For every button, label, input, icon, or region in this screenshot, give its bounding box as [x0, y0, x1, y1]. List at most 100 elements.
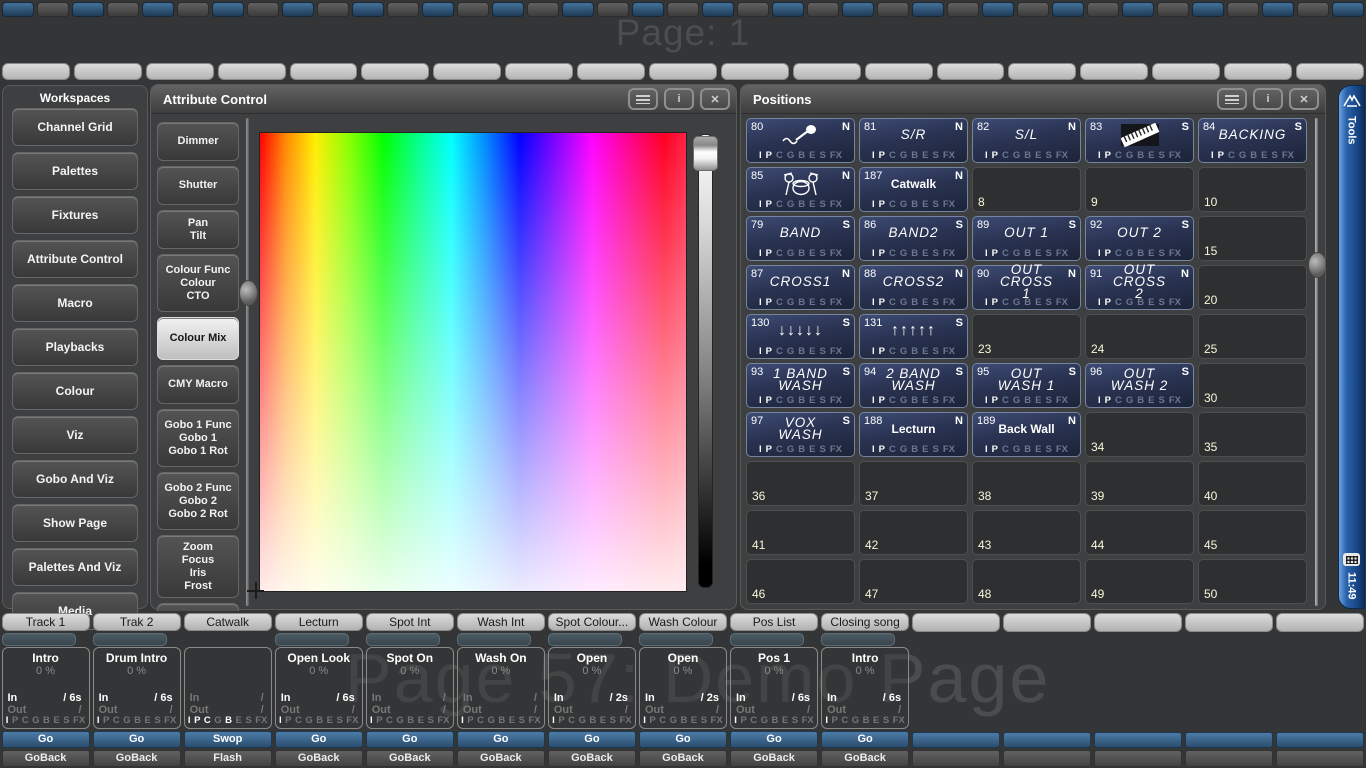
goback-button[interactable]: GoBack: [730, 750, 818, 767]
attribute-button-dimmer[interactable]: Dimmer: [157, 122, 239, 161]
top-tab[interactable]: [290, 63, 358, 80]
playback-tab[interactable]: [1094, 613, 1182, 632]
goback-button[interactable]: GoBack: [93, 750, 181, 767]
keyboard-icon[interactable]: [1343, 553, 1360, 566]
position-cell-187[interactable]: 187NCatwalkIPCGBESFX: [859, 167, 968, 212]
playback-fader-slot[interactable]: [730, 633, 804, 646]
position-cell-47[interactable]: 47: [859, 559, 968, 604]
position-cell-37[interactable]: 37: [859, 461, 968, 506]
goback-button[interactable]: GoBack: [821, 750, 909, 767]
playback-tab[interactable]: Track 1: [2, 613, 90, 631]
position-cell-88[interactable]: 88NCROSS2IPCGBESFX: [859, 265, 968, 310]
position-cell-79[interactable]: 79SBANDIPCGBESFX: [746, 216, 855, 261]
attribute-button-colour-func[interactable]: Colour Func Colour CTO: [157, 254, 239, 312]
playback-tab[interactable]: Spot Int: [366, 613, 454, 631]
workspace-button-macro[interactable]: Macro: [12, 284, 138, 322]
attribute-scrollbar[interactable]: [246, 118, 249, 606]
top-tab[interactable]: [937, 63, 1005, 80]
playback-fader-slot[interactable]: [457, 633, 531, 646]
info-icon[interactable]: i: [1253, 88, 1283, 110]
goback-button[interactable]: GoBack: [548, 750, 636, 767]
position-cell-188[interactable]: 188NLecturnIPCGBESFX: [859, 412, 968, 457]
attribute-scroll-knob[interactable]: [239, 280, 258, 306]
menu-icon[interactable]: [1217, 88, 1247, 110]
playback-info-box[interactable]: Pos 10 %In/ 6sOut/IPCGBESFX: [730, 647, 818, 729]
goback-button[interactable]: GoBack: [639, 750, 727, 767]
playback-tab[interactable]: Closing song: [821, 613, 909, 631]
position-cell-91[interactable]: 91NOUT CROSS 2IPCGBESFX: [1085, 265, 1194, 310]
position-cell-94[interactable]: 94S2 BAND WASHIPCGBESFX: [859, 363, 968, 408]
top-tab[interactable]: [1080, 63, 1148, 80]
top-tab[interactable]: [1224, 63, 1292, 80]
goback-button[interactable]: [1185, 750, 1273, 767]
colour-picker-crosshair[interactable]: [247, 582, 264, 599]
goback-button[interactable]: [1276, 750, 1364, 767]
position-cell-189[interactable]: 189NBack WallIPCGBESFX: [972, 412, 1081, 457]
position-cell-10[interactable]: 10: [1198, 167, 1307, 212]
workspace-button-palettes-and-viz[interactable]: Palettes And Viz: [12, 548, 138, 586]
top-tab[interactable]: [1152, 63, 1220, 80]
playback-tab[interactable]: Spot Colour...: [548, 613, 636, 631]
top-tab[interactable]: [793, 63, 861, 80]
top-tab[interactable]: [74, 63, 142, 80]
playback-info-box[interactable]: Drum Intro0 %In/ 6sOut/IPCGBESFX: [93, 647, 181, 729]
position-cell-15[interactable]: 15: [1198, 216, 1307, 261]
go-button[interactable]: Go: [821, 731, 909, 748]
workspace-button-fixtures[interactable]: Fixtures: [12, 196, 138, 234]
attribute-button-zoom[interactable]: Zoom Focus Iris Frost: [157, 535, 239, 598]
position-cell-82[interactable]: 82NS/LIPCGBESFX: [972, 118, 1081, 163]
playback-info-box[interactable]: Open0 %In/ 2sOut/IPCGBESFX: [639, 647, 727, 729]
go-button[interactable]: [912, 732, 1000, 749]
position-cell-97[interactable]: 97SVOX WASHIPCGBESFX: [746, 412, 855, 457]
position-cell-84[interactable]: 84SBACKINGIPCGBESFX: [1198, 118, 1307, 163]
tools-sidebar[interactable]: Tools 11:49: [1338, 85, 1365, 609]
position-cell-20[interactable]: 20: [1198, 265, 1307, 310]
position-cell-25[interactable]: 25: [1198, 314, 1307, 359]
workspace-button-viz[interactable]: Viz: [12, 416, 138, 454]
top-tab[interactable]: [1008, 63, 1076, 80]
position-cell-87[interactable]: 87NCROSS1IPCGBESFX: [746, 265, 855, 310]
position-cell-35[interactable]: 35: [1198, 412, 1307, 457]
attribute-button-colour-mix[interactable]: Colour Mix: [157, 317, 239, 360]
position-cell-96[interactable]: 96SOUT WASH 2IPCGBESFX: [1085, 363, 1194, 408]
playback-fader-slot[interactable]: [821, 633, 895, 646]
position-cell-86[interactable]: 86SBAND2IPCGBESFX: [859, 216, 968, 261]
go-button[interactable]: Go: [275, 731, 363, 748]
position-cell-90[interactable]: 90NOUT CROSS 1IPCGBESFX: [972, 265, 1081, 310]
position-cell-23[interactable]: 23: [972, 314, 1081, 359]
position-cell-46[interactable]: 46: [746, 559, 855, 604]
playback-fader-slot[interactable]: [93, 633, 167, 646]
close-icon[interactable]: ✕: [1289, 88, 1319, 110]
position-cell-89[interactable]: 89SOUT 1IPCGBESFX: [972, 216, 1081, 261]
playback-tab[interactable]: [912, 613, 1000, 632]
attribute-button-effect-func[interactable]: Effect Func: [157, 603, 239, 611]
go-button[interactable]: Swop: [184, 731, 272, 748]
goback-button[interactable]: Flash: [184, 750, 272, 767]
workspace-button-palettes[interactable]: Palettes: [12, 152, 138, 190]
playback-fader-slot[interactable]: [2, 633, 76, 646]
playback-tab[interactable]: Wash Colour: [639, 613, 727, 631]
playback-info-box[interactable]: Intro0 %In/ 6sOut/IPCGBESFX: [821, 647, 909, 729]
playback-tab[interactable]: Lecturn: [275, 613, 363, 631]
playback-tab[interactable]: [1185, 613, 1273, 632]
position-cell-41[interactable]: 41: [746, 510, 855, 555]
playback-info-box[interactable]: Open Look0 %In/ 6sOut/IPCGBESFX: [275, 647, 363, 729]
goback-button[interactable]: [912, 750, 1000, 767]
go-button[interactable]: [1003, 732, 1091, 749]
playback-tab[interactable]: [1003, 613, 1091, 632]
position-cell-9[interactable]: 9: [1085, 167, 1194, 212]
position-cell-95[interactable]: 95SOUT WASH 1IPCGBESFX: [972, 363, 1081, 408]
top-tab[interactable]: [2, 63, 70, 80]
workspace-button-channel-grid[interactable]: Channel Grid: [12, 108, 138, 146]
playback-fader-slot[interactable]: [548, 633, 622, 646]
info-icon[interactable]: i: [664, 88, 694, 110]
position-cell-43[interactable]: 43: [972, 510, 1081, 555]
go-button[interactable]: [1185, 732, 1273, 749]
go-button[interactable]: Go: [2, 731, 90, 748]
goback-button[interactable]: GoBack: [275, 750, 363, 767]
playback-tab[interactable]: Trak 2: [93, 613, 181, 631]
top-tab[interactable]: [721, 63, 789, 80]
go-button[interactable]: Go: [93, 731, 181, 748]
workspace-button-playbacks[interactable]: Playbacks: [12, 328, 138, 366]
go-button[interactable]: [1276, 732, 1364, 749]
